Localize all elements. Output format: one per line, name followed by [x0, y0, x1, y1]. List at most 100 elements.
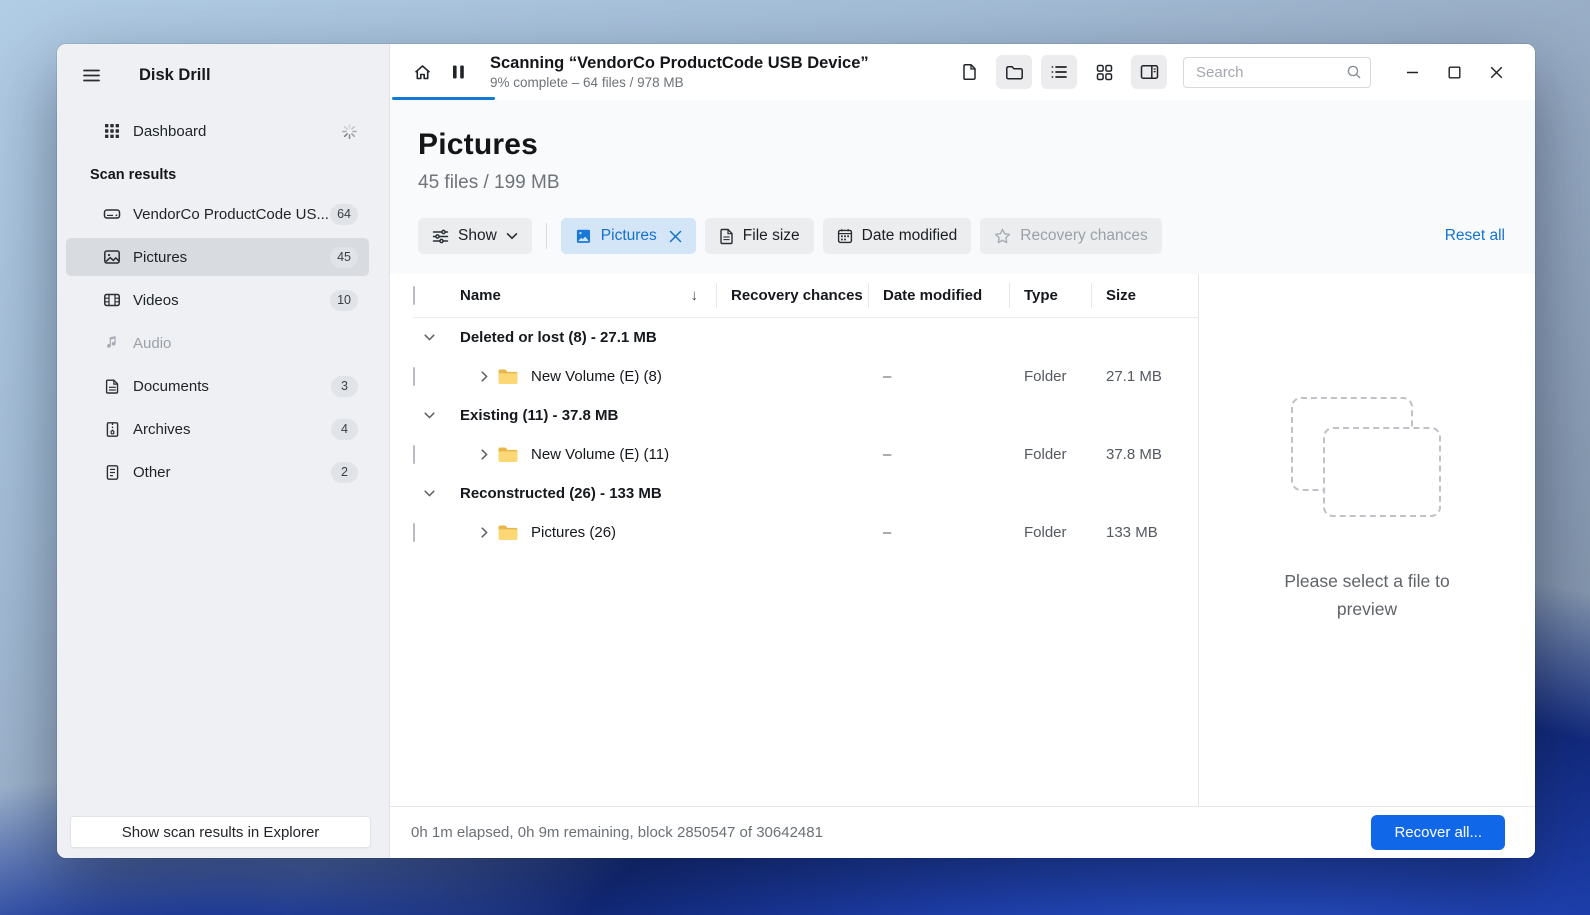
- home-button[interactable]: [404, 55, 440, 89]
- sidebar-item-label: VendorCo ProductCode US...: [133, 205, 329, 223]
- app-title: Disk Drill: [139, 65, 211, 84]
- sidebar-item-videos[interactable]: Videos 10: [66, 281, 369, 319]
- grid-view-button[interactable]: [1086, 55, 1122, 89]
- count-badge: 10: [330, 289, 358, 311]
- scan-progress-text: 9% complete – 64 files / 978 MB: [490, 75, 684, 90]
- sidebar: Disk Drill Dashboard Scan results Vendor…: [57, 44, 390, 858]
- maximize-button[interactable]: [1433, 54, 1475, 90]
- filter-chip-label: Date modified: [861, 227, 958, 244]
- minimize-button[interactable]: [1391, 54, 1433, 90]
- sidebar-item-archives[interactable]: Archives 4: [66, 410, 369, 448]
- page-title: Pictures: [418, 128, 538, 161]
- sidebar-item-other[interactable]: Other 2: [66, 453, 369, 491]
- count-badge: 2: [331, 461, 358, 483]
- expand-row-chevron-icon[interactable]: [481, 371, 488, 382]
- preview-panel: Please select a file to preview: [1198, 274, 1535, 806]
- sidebar-item-label: Other: [133, 463, 171, 481]
- search-box: [1183, 56, 1371, 88]
- pause-scan-button[interactable]: [440, 55, 476, 89]
- group-label: Existing (11) - 37.8 MB: [460, 407, 619, 424]
- reset-all-link[interactable]: Reset all: [1445, 227, 1505, 245]
- loading-spinner-icon: [341, 123, 358, 139]
- remove-filter-icon[interactable]: [669, 230, 682, 243]
- expand-row-chevron-icon[interactable]: [481, 527, 488, 538]
- pictures-icon: [575, 229, 592, 244]
- show-in-explorer-button[interactable]: Show scan results in Explorer: [70, 816, 371, 848]
- table-row-new-volume-11[interactable]: New Volume (E) (11) – Folder 37.8 MB: [413, 435, 1198, 474]
- row-size: 37.8 MB: [1106, 446, 1162, 463]
- group-label: Reconstructed (26) - 133 MB: [460, 485, 662, 502]
- collapse-group-chevron-icon[interactable]: [413, 490, 445, 497]
- column-header-recovery[interactable]: Recovery chances: [716, 274, 868, 317]
- sidebar-item-documents[interactable]: Documents 3: [66, 367, 369, 405]
- column-header-name[interactable]: Name ↓: [445, 274, 716, 317]
- sidebar-item-label: Pictures: [133, 248, 188, 266]
- sidebar-item-pictures[interactable]: Pictures 45: [66, 238, 369, 276]
- open-folder-button[interactable]: [996, 55, 1032, 89]
- row-type: Folder: [1024, 446, 1067, 463]
- column-header-date[interactable]: Date modified: [868, 274, 1009, 317]
- row-checkbox[interactable]: [413, 523, 415, 542]
- row-size: 133 MB: [1106, 524, 1158, 541]
- file-size-icon: [719, 228, 734, 245]
- table-row-new-volume-8[interactable]: New Volume (E) (8) – Folder 27.1 MB: [413, 357, 1198, 396]
- scan-elapsed-text: 0h 1m elapsed, 0h 9m remaining, block 28…: [411, 824, 823, 841]
- sidebar-item-dashboard[interactable]: Dashboard: [66, 112, 369, 150]
- collapse-group-chevron-icon[interactable]: [413, 412, 445, 419]
- column-header-size[interactable]: Size: [1091, 274, 1198, 317]
- search-input[interactable]: [1183, 56, 1371, 88]
- documents-icon: [103, 377, 121, 395]
- scan-title: Scanning “VendorCo ProductCode USB Devic…: [490, 54, 869, 72]
- row-checkbox[interactable]: [413, 367, 415, 386]
- sidebar-item-device[interactable]: VendorCo ProductCode US... 64: [66, 195, 369, 233]
- scan-status: Scanning “VendorCo ProductCode USB Devic…: [490, 54, 869, 90]
- select-all-checkbox[interactable]: [413, 286, 415, 305]
- dashboard-icon: [103, 122, 121, 140]
- filter-chip-pictures[interactable]: Pictures: [560, 218, 696, 254]
- group-label: Deleted or lost (8) - 27.1 MB: [460, 329, 657, 346]
- star-icon: [994, 228, 1011, 244]
- filter-chip-recovery-chances[interactable]: Recovery chances: [980, 218, 1162, 254]
- folder-icon: [497, 368, 519, 386]
- count-badge: 4: [331, 418, 358, 440]
- scan-progress-bar: [392, 97, 496, 100]
- filter-sliders-icon: [432, 229, 449, 244]
- show-filter-button[interactable]: Show: [418, 218, 532, 254]
- column-header-type[interactable]: Type: [1009, 274, 1091, 317]
- row-date-modified: –: [883, 368, 892, 385]
- filter-bar: Show Pictures File size Date modified Re…: [418, 218, 1505, 254]
- show-filter-label: Show: [458, 227, 497, 244]
- hamburger-menu-icon[interactable]: [72, 58, 110, 92]
- list-view-button[interactable]: [1041, 55, 1077, 89]
- count-badge: 45: [330, 246, 358, 268]
- sidebar-item-label: Dashboard: [133, 122, 207, 140]
- folder-icon: [497, 446, 519, 464]
- collapse-group-chevron-icon[interactable]: [413, 334, 445, 341]
- row-date-modified: –: [883, 524, 892, 541]
- expand-row-chevron-icon[interactable]: [481, 449, 488, 460]
- recover-all-button[interactable]: Recover all...: [1371, 815, 1505, 850]
- results-table: Name ↓ Recovery chances Date modified Ty…: [390, 274, 1198, 806]
- preview-panel-toggle-button[interactable]: [1131, 55, 1167, 89]
- chevron-down-icon: [506, 232, 518, 240]
- table-header: Name ↓ Recovery chances Date modified Ty…: [413, 274, 1198, 318]
- table-row-pictures-26[interactable]: Pictures (26) – Folder 133 MB: [413, 513, 1198, 552]
- sidebar-item-label: Documents: [133, 377, 209, 395]
- table-group-existing[interactable]: Existing (11) - 37.8 MB: [413, 396, 1198, 435]
- close-button[interactable]: [1475, 54, 1517, 90]
- row-checkbox[interactable]: [413, 445, 415, 464]
- sort-descending-icon[interactable]: ↓: [691, 287, 699, 304]
- new-file-button[interactable]: [951, 55, 987, 89]
- filter-chip-label: File size: [742, 227, 800, 244]
- toolbar-actions: [951, 55, 1167, 89]
- content-body: Name ↓ Recovery chances Date modified Ty…: [390, 274, 1535, 806]
- drive-icon: [103, 205, 121, 223]
- sidebar-item-audio[interactable]: Audio: [66, 324, 369, 362]
- row-size: 27.1 MB: [1106, 368, 1162, 385]
- filter-chip-file-size[interactable]: File size: [704, 218, 814, 254]
- table-group-deleted[interactable]: Deleted or lost (8) - 27.1 MB: [413, 318, 1198, 357]
- table-group-reconstructed[interactable]: Reconstructed (26) - 133 MB: [413, 474, 1198, 513]
- row-name: New Volume (E) (11): [531, 446, 670, 463]
- filter-chip-date-modified[interactable]: Date modified: [822, 218, 972, 254]
- filter-chip-label: Pictures: [600, 227, 657, 244]
